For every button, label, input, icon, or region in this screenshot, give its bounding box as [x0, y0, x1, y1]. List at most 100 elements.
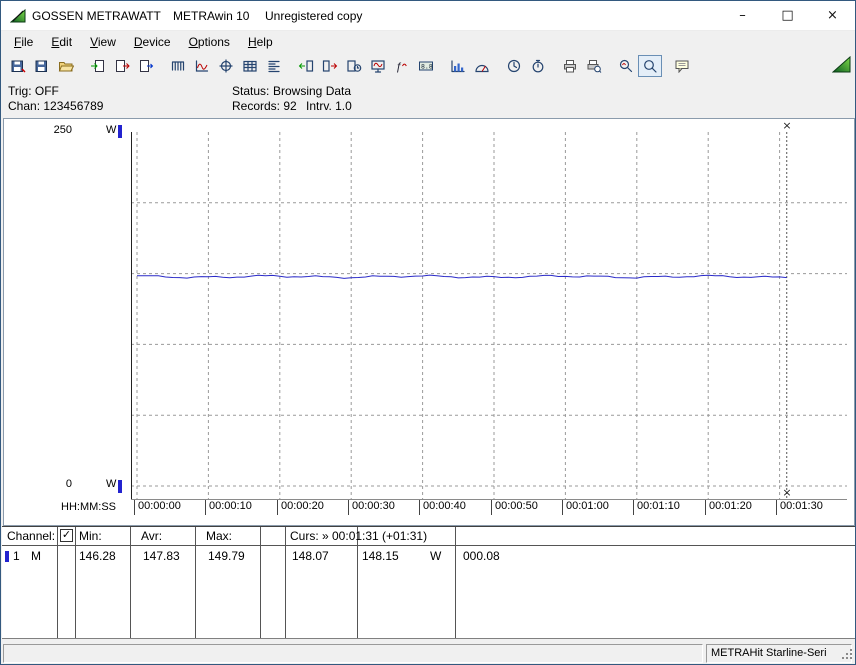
x-tick-label: 00:00:40 — [419, 500, 466, 515]
cell-avr: 147.83 — [143, 549, 180, 563]
page-export-button[interactable] — [110, 55, 134, 77]
status-label: Status: — [232, 84, 270, 98]
save-button[interactable] — [30, 55, 54, 77]
zoom-trend-button[interactable] — [614, 55, 638, 77]
channel-range-marker-top — [118, 125, 122, 138]
monitor-button[interactable] — [366, 55, 390, 77]
data-table-icon — [243, 60, 257, 72]
records-count: Records: 92 — [232, 99, 297, 113]
title-app-name: GOSSEN METRAWATT — [32, 9, 161, 23]
cell-max: 149.79 — [208, 549, 245, 563]
close-button[interactable]: × — [810, 1, 855, 30]
page-transfer-icon — [140, 60, 154, 72]
annotation-icon — [675, 60, 689, 73]
statusbar-device-panel: METRAHit Starline-Seri — [706, 644, 852, 663]
trend-plot[interactable] — [131, 132, 847, 500]
x-tick-label: 00:00:50 — [491, 500, 538, 515]
digital-display-button[interactable]: 8.8.8 — [414, 55, 438, 77]
export-file-button[interactable] — [6, 55, 30, 77]
y-unit-top: W — [106, 124, 117, 136]
print-preview-button[interactable] — [582, 55, 606, 77]
function-button[interactable]: ƒ — [390, 55, 414, 77]
menu-options[interactable]: Options — [180, 32, 239, 52]
interval-value: Intrv. 1.0 — [306, 99, 352, 113]
page-import-icon — [91, 60, 104, 72]
table-column-divider — [455, 527, 456, 638]
open-button[interactable] — [54, 55, 78, 77]
channels-button[interactable] — [166, 55, 190, 77]
table-column-divider — [285, 527, 286, 638]
trend-view-button[interactable] — [190, 55, 214, 77]
toolbar-separator — [158, 55, 166, 77]
bargraph-icon — [451, 60, 465, 73]
menu-help[interactable]: Help — [239, 32, 282, 52]
timer-button[interactable] — [526, 55, 550, 77]
toolbar-separator — [550, 55, 558, 77]
print-preview-icon — [587, 60, 602, 73]
device-read-button[interactable] — [294, 55, 318, 77]
clock-icon — [507, 59, 521, 73]
scale-button[interactable] — [262, 55, 286, 77]
brand-logo-icon — [831, 55, 851, 76]
data-table-button[interactable] — [238, 55, 262, 77]
x-tick-label: 00:01:00 — [562, 500, 609, 515]
measurement-table: Channel: ✓ Min: Avr: Max: Curs: » 00:01:… — [2, 526, 855, 639]
crosshair-button[interactable] — [214, 55, 238, 77]
cell-delta: 000.08 — [463, 549, 500, 563]
toolbar-separator — [662, 55, 670, 77]
x-axis-format-label: HH:MM:SS — [61, 501, 116, 513]
zoom-button[interactable] — [638, 55, 662, 77]
device-log-button[interactable] — [342, 55, 366, 77]
analog-meter-icon — [475, 64, 489, 73]
x-tick-label: 00:01:10 — [633, 500, 680, 515]
export-file-icon — [11, 60, 26, 73]
table-column-divider — [260, 527, 261, 638]
table-column-divider — [130, 527, 131, 638]
minimize-button[interactable]: – — [720, 1, 765, 30]
menu-file[interactable]: File — [5, 32, 42, 52]
annotation-button[interactable] — [670, 55, 694, 77]
toolbar: ƒ 8.8.8 — [1, 53, 855, 79]
print-button[interactable] — [558, 55, 582, 77]
channel-list: Chan: 123456789 — [8, 99, 104, 113]
svg-text:ƒ: ƒ — [396, 61, 402, 73]
trigger-status: Trig: OFF — [8, 84, 59, 98]
menu-bar: File Edit View Device Options Help — [1, 31, 855, 53]
menu-edit[interactable]: Edit — [42, 32, 81, 52]
timer-icon — [532, 59, 544, 73]
clock-button[interactable] — [502, 55, 526, 77]
page-transfer-button[interactable] — [134, 55, 158, 77]
device-log-icon — [347, 60, 362, 72]
cursor-handle-top[interactable]: × — [780, 119, 794, 132]
y-max-label: 250 — [53, 124, 72, 136]
channel-range-marker-bottom — [118, 480, 122, 493]
zoom-trend-icon — [619, 59, 633, 73]
menu-view[interactable]: View — [81, 32, 125, 52]
svg-text:8.8.8: 8.8.8 — [421, 63, 434, 71]
device-send-icon — [322, 60, 338, 72]
title-license-status: Unregistered copy — [265, 9, 363, 23]
print-icon — [564, 60, 576, 73]
x-tick-label: 00:01:30 — [776, 500, 823, 515]
cell-cursor-a: 148.07 — [292, 549, 329, 563]
cell-min: 146.28 — [79, 549, 116, 563]
maximize-button[interactable]: □ — [765, 1, 810, 30]
toolbar-separator — [78, 55, 86, 77]
analog-meter-button[interactable] — [470, 55, 494, 77]
cursor-handle-bottom[interactable]: × — [780, 486, 794, 499]
table-column-divider — [357, 527, 358, 638]
function-icon: ƒ — [396, 61, 407, 73]
status-value: Browsing Data — [273, 84, 352, 98]
channel-visible-checkbox[interactable]: ✓ — [60, 529, 73, 542]
save-icon — [35, 60, 47, 72]
device-send-button[interactable] — [318, 55, 342, 77]
trend-view-icon — [195, 60, 209, 72]
bargraph-button[interactable] — [446, 55, 470, 77]
page-import-button[interactable] — [86, 55, 110, 77]
crosshair-icon — [219, 59, 233, 73]
resize-grip[interactable] — [841, 648, 854, 664]
chart-panel: 250 W 0 W × × HH:MM:SS 00:00:00 00:00:10… — [3, 118, 855, 526]
scale-icon — [268, 60, 280, 73]
connected-device-name: METRAHit Starline-Seri — [711, 647, 827, 659]
menu-device[interactable]: Device — [125, 32, 180, 52]
